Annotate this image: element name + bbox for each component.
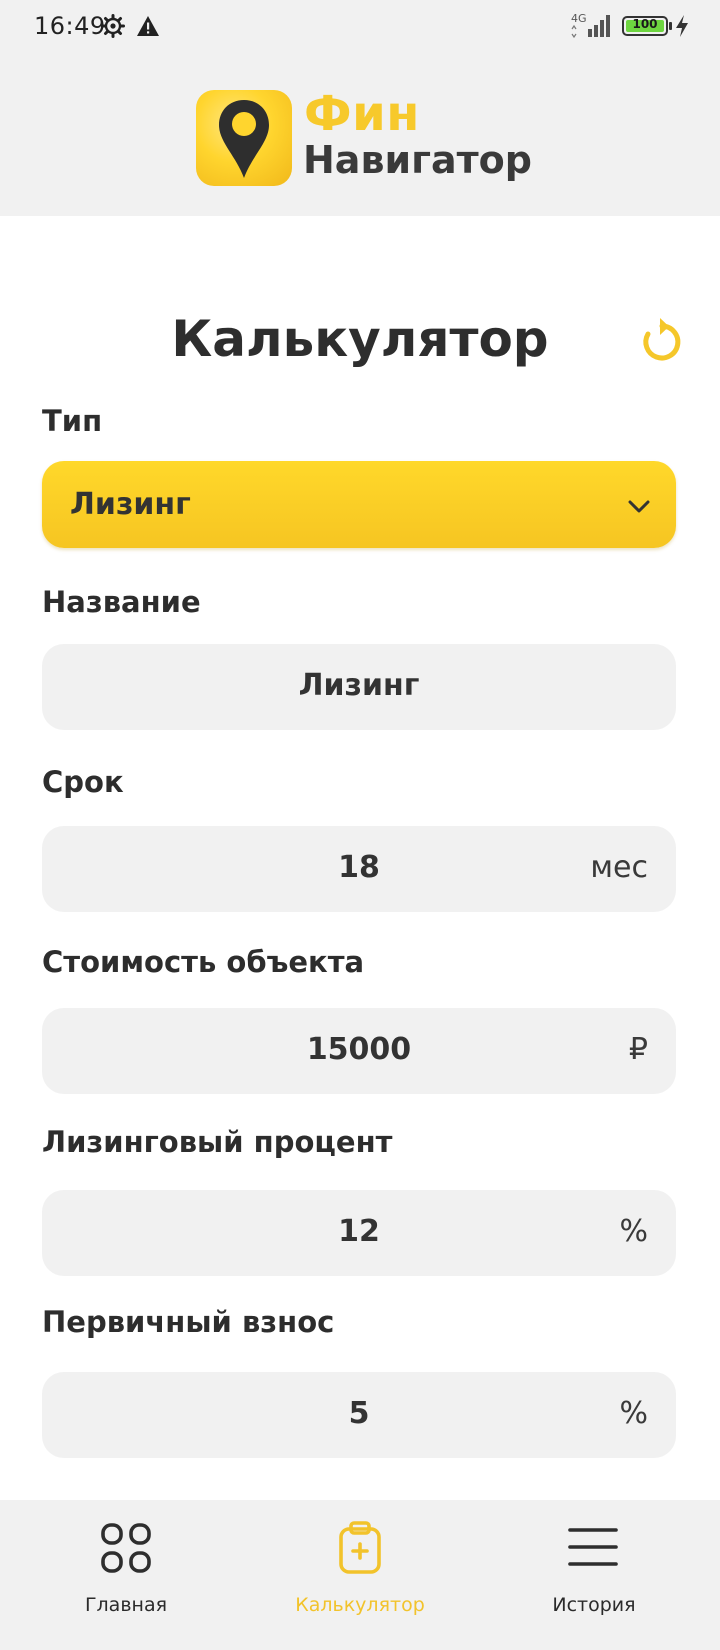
charging-bolt-icon (676, 15, 688, 37)
term-label: Срок (42, 765, 124, 799)
down-payment-unit: % (619, 1396, 648, 1431)
rate-value: 12 (338, 1214, 380, 1249)
type-select[interactable]: Лизинг (42, 461, 676, 548)
down-payment-value: 5 (348, 1396, 370, 1431)
gear-icon (101, 14, 125, 38)
rate-label: Лизинговый процент (42, 1125, 393, 1159)
rate-field[interactable]: 12 % (42, 1190, 676, 1276)
down-payment-field[interactable]: 5 % (42, 1372, 676, 1458)
type-label: Тип (42, 404, 103, 438)
clipboard-plus-icon (339, 1521, 381, 1574)
grid-icon (101, 1523, 151, 1573)
page-title: Калькулятор (171, 310, 549, 368)
status-time: 16:49 (34, 12, 106, 40)
cost-value: 15000 (306, 1032, 412, 1067)
menu-icon (568, 1528, 618, 1566)
term-field[interactable]: 18 мес (42, 826, 676, 912)
nav-label-calculator: Калькулятор (295, 1594, 425, 1616)
logo-text-bottom: Навигатор (303, 138, 532, 182)
name-label: Название (42, 585, 201, 619)
battery-level: 100 (632, 17, 658, 31)
chevron-down-icon (628, 500, 650, 513)
nav-item-home[interactable]: Главная (6, 1500, 246, 1650)
cost-label: Стоимость объекта (42, 945, 365, 979)
nav-item-calculator[interactable]: Калькулятор (240, 1500, 480, 1650)
bottom-nav: Главная Калькулятор История (0, 1500, 720, 1650)
signal-icon (571, 15, 610, 38)
term-value: 18 (338, 850, 380, 885)
name-value: Лизинг (298, 668, 420, 703)
reset-icon[interactable] (638, 318, 686, 366)
term-unit: мес (590, 850, 648, 885)
nav-item-history[interactable]: История (474, 1500, 714, 1650)
battery-cap (669, 22, 672, 30)
map-pin-icon (219, 100, 269, 178)
app-header: Фин Навигатор (0, 56, 720, 216)
battery-icon: 100 (622, 16, 668, 36)
status-bar: 16:49 4G 100 (0, 0, 720, 56)
logo-badge (196, 90, 292, 186)
nav-label-home: Главная (84, 1594, 168, 1616)
name-field[interactable]: Лизинг (42, 644, 676, 730)
cost-unit: ₽ (628, 1032, 648, 1067)
down-payment-label: Первичный взнос (42, 1305, 335, 1339)
cost-field[interactable]: 15000 ₽ (42, 1008, 676, 1094)
nav-label-history: История (552, 1594, 636, 1616)
warning-icon (137, 16, 159, 36)
type-select-value: Лизинг (70, 487, 191, 522)
logo-text-top: Фин (304, 86, 420, 142)
rate-unit: % (619, 1214, 648, 1249)
